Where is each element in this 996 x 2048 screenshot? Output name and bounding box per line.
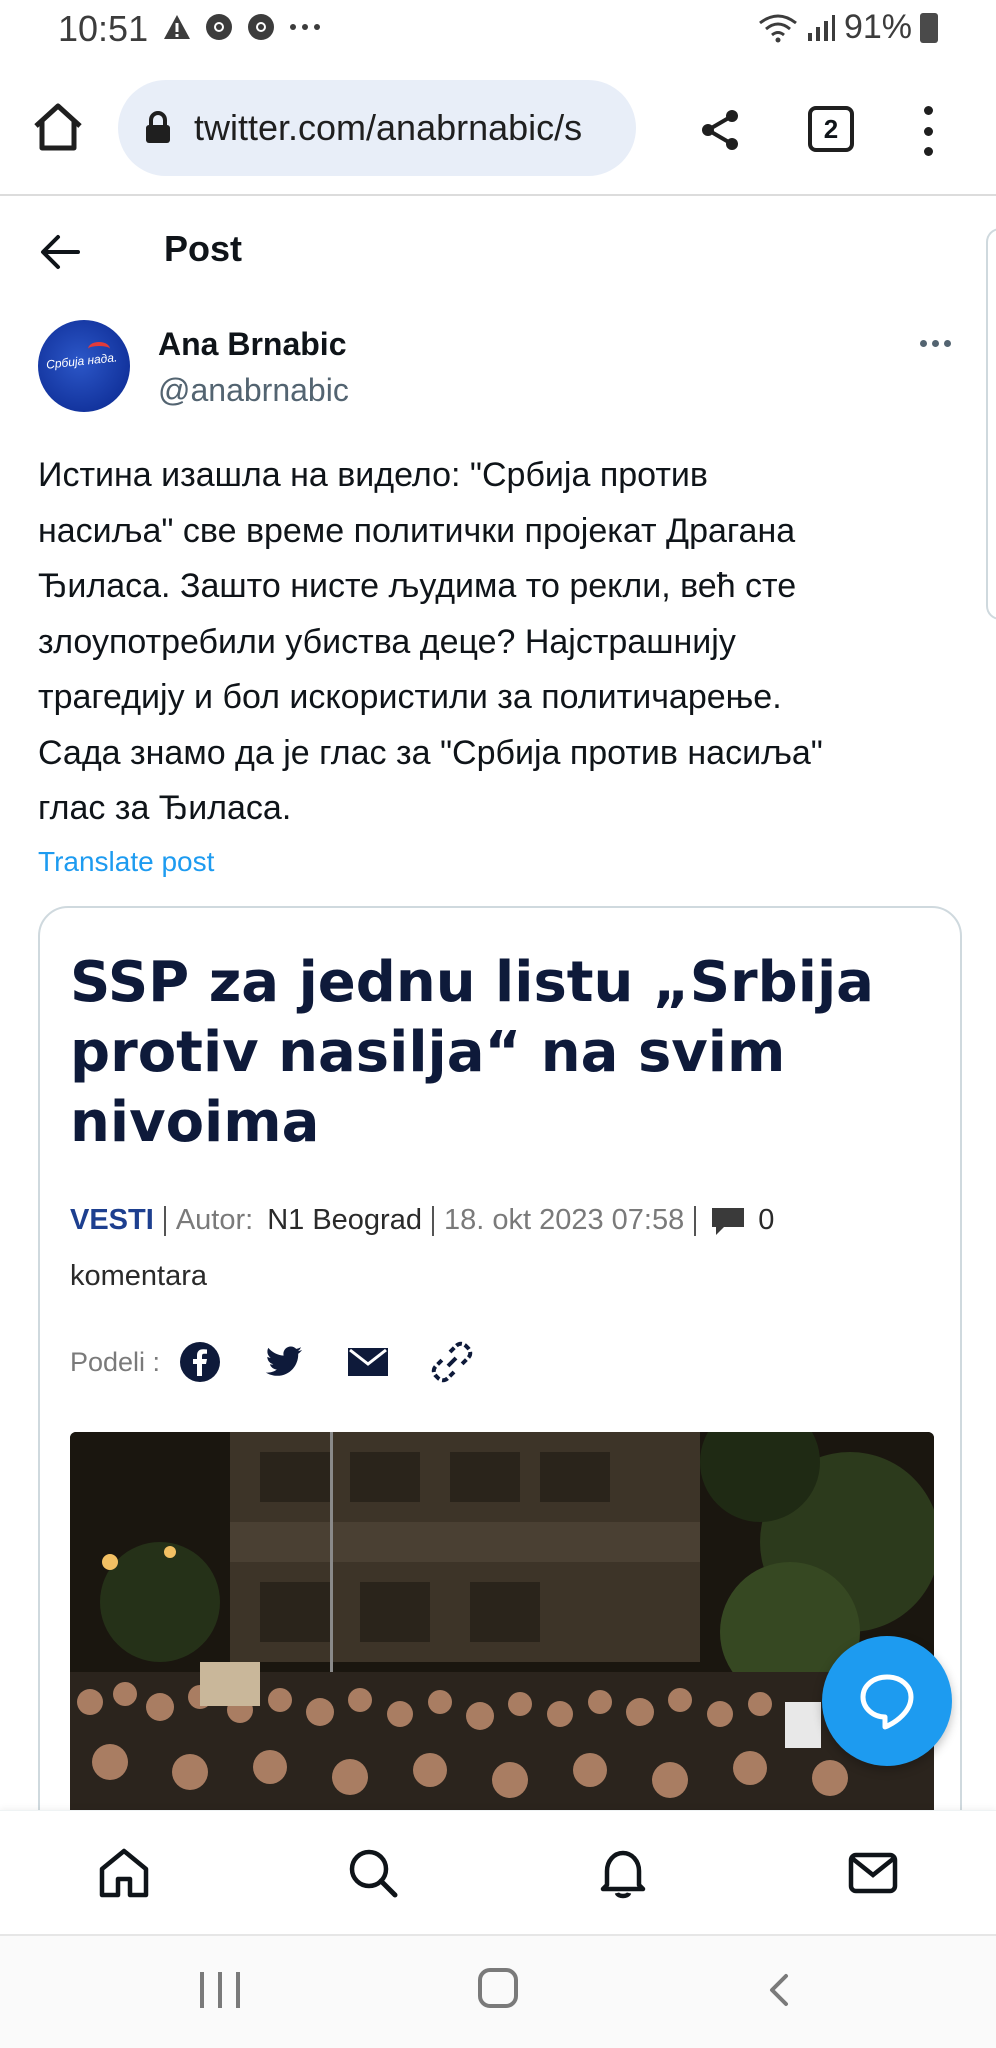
avatar[interactable]: Србија нада.	[38, 320, 130, 412]
url-text: twitter.com/anabrnabic/s	[194, 107, 583, 148]
headline-line: nivoima	[70, 1090, 320, 1155]
battery-icon	[920, 12, 938, 43]
chrome-icon	[246, 12, 276, 48]
comment-count: 0	[758, 1204, 775, 1236]
article-section: VESTI	[70, 1204, 154, 1236]
avatar-logo-mark	[88, 342, 110, 356]
wifi-icon	[759, 14, 797, 42]
tweet-line: злоупотребили убиства деце? Најстрашнију	[38, 622, 736, 661]
tweet-line: Истина изашла на видело: "Србија против	[38, 456, 708, 494]
tweet-line: трагедију и бол искористили за политичар…	[38, 678, 782, 716]
more-dots-icon	[288, 12, 322, 48]
bottom-navigation	[0, 1810, 996, 1934]
meta-separator	[163, 1205, 166, 1236]
email-icon[interactable]	[346, 1340, 390, 1384]
status-time: 10:51	[58, 8, 149, 49]
chrome-icon	[204, 12, 234, 48]
system-back-button[interactable]	[764, 1972, 794, 2008]
comment-word: komentara	[70, 1260, 208, 1292]
article-headline: SSP za jednu listu „Srbija protiv nasilj…	[70, 948, 930, 1158]
home-icon	[34, 103, 82, 151]
article-date: 18. okt 2023 07:58	[443, 1204, 685, 1236]
article-meta: VESTI Autor: N1 Beograd 18. okt 2023 07:…	[70, 1204, 774, 1237]
headline-line: SSP za jednu listu „Srbija	[70, 950, 874, 1015]
back-arrow-icon	[41, 235, 80, 269]
battery-percent: 91%	[843, 8, 912, 46]
twitter-icon[interactable]	[262, 1340, 306, 1384]
headline-line: protiv nasilja“ na svim	[70, 1020, 786, 1085]
meta-separator	[431, 1205, 434, 1236]
chat-bubble-icon	[860, 1674, 914, 1730]
status-right: 91%	[758, 8, 938, 47]
author-name[interactable]: Ana Brnabic	[158, 326, 346, 363]
back-button[interactable]	[38, 232, 82, 272]
author-handle[interactable]: @anabrnabic	[158, 372, 349, 409]
share-icon	[702, 110, 738, 150]
browser-toolbar: twitter.com/anabrnabic/s 2	[0, 70, 996, 182]
tab-switcher-button[interactable]: 2	[808, 106, 854, 152]
messages-icon	[848, 1852, 898, 1894]
recent-apps-button[interactable]	[200, 1972, 240, 2008]
warning-icon	[162, 13, 192, 47]
compose-button[interactable]	[822, 1636, 952, 1766]
article-author: N1 Beograd	[267, 1204, 422, 1236]
signal-icon	[807, 14, 835, 41]
tweet-line: насиља" све време политички пројекат Дра…	[38, 511, 796, 550]
toolbar-divider	[0, 194, 996, 196]
nav-home[interactable]	[94, 1843, 154, 1903]
nav-messages[interactable]	[843, 1843, 903, 1903]
share-label: Podeli :	[70, 1346, 161, 1377]
tweet-line: Ђиласа. Зашто нисте људима то рекли, већ…	[38, 567, 797, 605]
link-icon[interactable]	[430, 1340, 474, 1384]
nav-search[interactable]	[343, 1843, 403, 1903]
tweet-line: глас за Ђиласа.	[38, 789, 292, 827]
tweet-text: Истина изашла на видело: "Србија против …	[38, 448, 968, 837]
side-panel-handle[interactable]	[986, 228, 996, 620]
notifications-icon	[600, 1850, 646, 1899]
post-more-options-button[interactable]	[920, 340, 951, 347]
back-chevron-icon	[770, 1974, 788, 2006]
nav-notifications[interactable]	[593, 1843, 653, 1903]
facebook-icon[interactable]	[178, 1340, 222, 1384]
meta-separator	[694, 1205, 697, 1236]
browser-share-button[interactable]	[696, 106, 744, 154]
system-home-button[interactable]	[478, 1968, 518, 2008]
url-bar[interactable]: twitter.com/anabrnabic/s	[118, 80, 636, 176]
status-notification-icons	[162, 12, 322, 48]
lock-icon	[146, 111, 170, 143]
share-row: Podeli :	[70, 1340, 514, 1384]
browser-home-button[interactable]	[30, 100, 86, 156]
comment-icon	[712, 1207, 745, 1235]
author-label: Autor:	[175, 1204, 254, 1236]
status-bar: 10:51 91%	[0, 0, 996, 60]
page-title: Post	[164, 228, 243, 269]
search-icon	[349, 1849, 398, 1898]
tweet-line: Сада знамо да је глас за "Србија против …	[38, 733, 823, 772]
translate-post-link[interactable]: Translate post	[38, 846, 214, 878]
browser-menu-button[interactable]	[910, 106, 946, 156]
system-navigation-bar	[0, 1936, 996, 2048]
home-icon	[99, 1848, 149, 1898]
